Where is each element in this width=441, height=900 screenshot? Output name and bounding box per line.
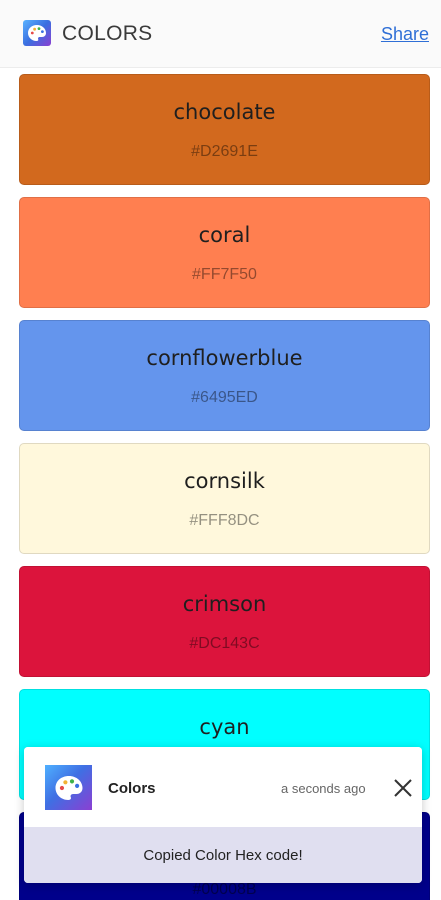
color-hex: #FF7F50 bbox=[192, 266, 257, 283]
color-card-cornsilk[interactable]: cornsilk #FFF8DC bbox=[19, 443, 430, 554]
toast-app-name: Colors bbox=[108, 780, 156, 797]
color-hex: #6495ED bbox=[191, 389, 258, 406]
toast-message: Copied Color Hex code! bbox=[143, 846, 303, 864]
app-title: COLORS bbox=[62, 22, 153, 45]
toast-notification: Colors a seconds ago Copied Color Hex co… bbox=[24, 747, 422, 883]
palette-icon bbox=[23, 20, 51, 46]
color-card-chocolate[interactable]: chocolate #D2691E bbox=[19, 74, 430, 185]
color-name: crimson bbox=[182, 592, 267, 616]
color-card-crimson[interactable]: crimson #DC143C bbox=[19, 566, 430, 677]
color-hex: #DC143C bbox=[189, 635, 260, 652]
toast-timestamp: a seconds ago bbox=[281, 781, 366, 796]
share-link[interactable]: Share bbox=[381, 24, 429, 45]
color-name: chocolate bbox=[173, 100, 276, 124]
color-hex: #00008B bbox=[192, 881, 257, 898]
close-icon[interactable] bbox=[392, 777, 414, 799]
palette-icon bbox=[45, 765, 92, 810]
app-header: COLORS Share bbox=[0, 0, 441, 68]
color-name: cornsilk bbox=[184, 469, 265, 493]
color-name: cornflowerblue bbox=[146, 346, 303, 370]
color-name: cyan bbox=[199, 715, 250, 739]
color-name: coral bbox=[198, 223, 251, 247]
toast-body: Copied Color Hex code! bbox=[24, 827, 422, 883]
color-hex: #FFF8DC bbox=[189, 512, 260, 529]
toast-header: Colors a seconds ago bbox=[24, 747, 422, 827]
color-card-cornflowerblue[interactable]: cornflowerblue #6495ED bbox=[19, 320, 430, 431]
color-card-coral[interactable]: coral #FF7F50 bbox=[19, 197, 430, 308]
color-hex: #D2691E bbox=[191, 143, 258, 160]
